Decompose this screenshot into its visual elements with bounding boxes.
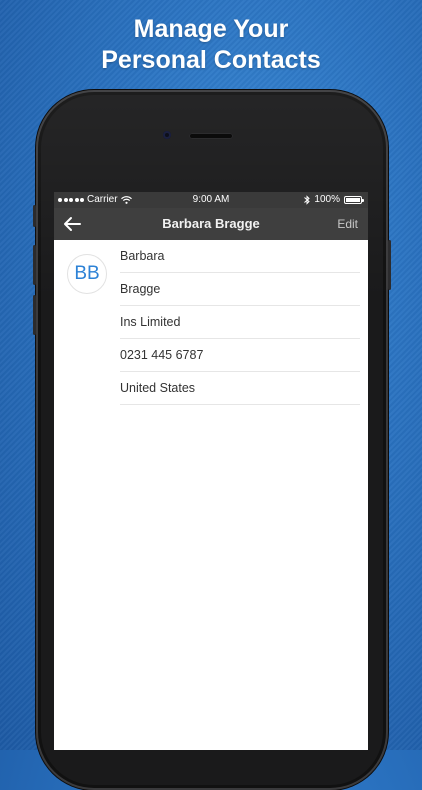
power-button — [388, 240, 391, 290]
phone-field[interactable]: 0231 445 6787 — [120, 339, 360, 372]
company-field[interactable]: Ins Limited — [120, 306, 360, 339]
navigation-bar: Barbara Bragge Edit — [54, 208, 368, 240]
status-right: 100% — [304, 194, 364, 205]
last-name-field[interactable]: Bragge — [120, 273, 360, 306]
front-camera — [163, 131, 171, 139]
phone-screen: Carrier 9:00 AM 100% Barbara Bragge Edit… — [54, 192, 368, 750]
first-name-field[interactable]: Barbara — [120, 240, 360, 273]
earpiece-speaker — [189, 133, 233, 139]
edit-button[interactable]: Edit — [337, 217, 358, 231]
battery-icon — [344, 195, 364, 204]
contact-name-title: Barbara Bragge — [162, 216, 260, 231]
country-field[interactable]: United States — [120, 372, 360, 405]
contact-avatar: BB — [67, 254, 107, 294]
volume-up-button — [33, 245, 36, 285]
contact-fields: Barbara Bragge Ins Limited 0231 445 6787… — [120, 240, 360, 405]
promo-headline: Manage Your Personal Contacts — [0, 14, 422, 76]
status-bar: Carrier 9:00 AM 100% — [54, 192, 368, 208]
mute-switch — [33, 205, 36, 227]
headline-line-1: Manage Your — [133, 15, 289, 43]
bluetooth-icon — [304, 194, 311, 205]
battery-percent: 100% — [314, 194, 340, 205]
headline-line-2: Personal Contacts — [101, 46, 321, 74]
volume-down-button — [33, 295, 36, 335]
